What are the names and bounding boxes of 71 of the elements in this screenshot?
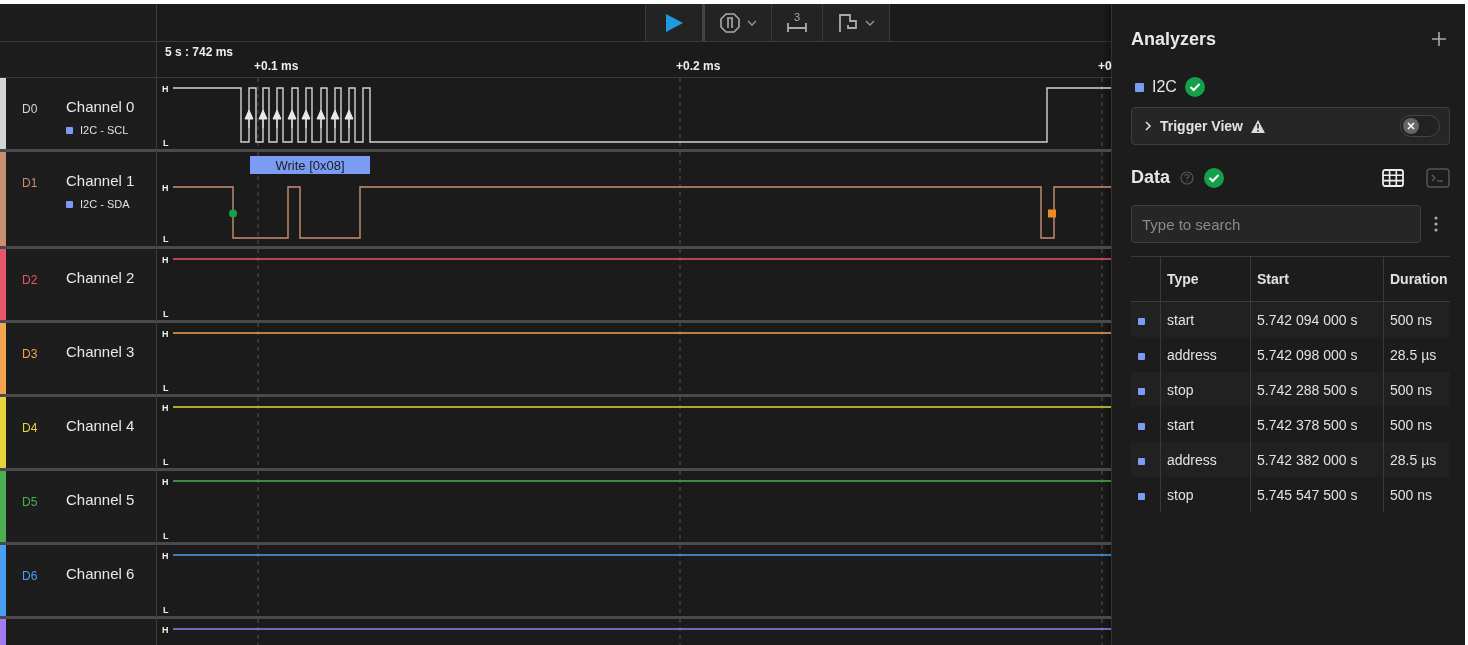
search-field[interactable]: Type to search	[1131, 205, 1421, 243]
chevron-icon	[1144, 120, 1152, 132]
table-cell: 500 ns	[1383, 477, 1450, 512]
grid-line	[257, 78, 259, 149]
high-level-label: H	[162, 477, 169, 487]
low-level-label: L	[163, 605, 169, 615]
table-cell: 28.5 µs	[1383, 442, 1450, 477]
high-level-label: H	[162, 625, 169, 635]
play-button[interactable]	[645, 4, 705, 41]
caret-icon	[747, 18, 757, 27]
channel-id: D4	[21, 421, 39, 435]
channel-name[interactable]: Channel 2	[66, 269, 135, 286]
trigger-view-label: Trigger View	[1160, 118, 1243, 134]
table-cell: 5.742 382 000 s	[1250, 442, 1384, 477]
low-level-label: L	[163, 457, 169, 467]
high-level-label: H	[162, 84, 169, 94]
high-level-label: H	[162, 255, 169, 265]
data-title: Data	[1131, 167, 1170, 188]
table-cell: 5.742 094 000 s	[1250, 301, 1384, 337]
trigger-view-row[interactable]: Trigger View	[1131, 107, 1450, 145]
low-level-label: L	[163, 383, 169, 393]
decoder-label: I2C - SDA	[80, 198, 130, 210]
time-origin: 5 s : 742 ms	[165, 45, 234, 59]
toggle-switch[interactable]	[1400, 115, 1440, 137]
table-cell: start	[1160, 301, 1251, 337]
low-level-label: L	[163, 138, 169, 148]
channel-name[interactable]: Channel 4	[66, 417, 135, 434]
flag-icon	[837, 11, 859, 34]
stop-marker-icon	[1048, 209, 1056, 218]
channel-name[interactable]: Channel 6	[66, 565, 135, 582]
column-header[interactable]: Start	[1250, 256, 1384, 302]
decoder-label: I2C - SCL	[80, 124, 129, 136]
low-level-label: L	[163, 234, 169, 244]
high-level-label: H	[162, 551, 169, 561]
channel-name[interactable]: Channel 1	[66, 172, 135, 189]
low-level-label: L	[163, 309, 169, 319]
table-cell: address	[1160, 442, 1251, 477]
decoded-frame-label[interactable]: Write [0x08]	[250, 156, 370, 174]
table-cell: 500 ns	[1383, 372, 1450, 407]
table-cell: 500 ns	[1383, 301, 1450, 337]
start-marker-icon	[229, 209, 237, 218]
close-icon	[1407, 122, 1415, 130]
channel-id: D3	[21, 347, 39, 361]
caret-icon	[865, 18, 875, 27]
hexagon-icon	[719, 11, 741, 34]
table-cell: 5.742 288 500 s	[1250, 372, 1384, 407]
panel-title: Analyzers	[1131, 28, 1217, 50]
channel-id: D1	[21, 176, 39, 190]
analyzer-name[interactable]: I2C	[1152, 78, 1177, 96]
channel-name[interactable]: Channel 5	[66, 491, 135, 508]
channel-name[interactable]: Channel 0	[66, 98, 135, 115]
table-cell: stop	[1160, 372, 1251, 407]
time-marker: +0.1 ms	[254, 59, 299, 73]
table-cell: stop	[1160, 477, 1251, 512]
low-level-label: L	[163, 531, 169, 541]
channel-id: D2	[21, 273, 39, 287]
channel-id: D5	[21, 495, 39, 509]
play-icon	[664, 12, 684, 33]
channel-id: D6	[21, 569, 39, 583]
high-level-label: H	[162, 329, 169, 339]
channel-id: D0	[21, 102, 39, 116]
time-marker: +0	[1098, 59, 1112, 73]
column-header[interactable]: Duration	[1383, 256, 1450, 302]
table-cell: 5.745 547 500 s	[1250, 477, 1384, 512]
more-options-icon[interactable]	[1434, 216, 1438, 232]
high-level-label: H	[162, 183, 169, 193]
column-header[interactable]: Type	[1160, 256, 1251, 302]
table-view-icon[interactable]	[1382, 168, 1404, 187]
channel-name[interactable]: Channel 3	[66, 343, 135, 360]
high-level-label: H	[162, 403, 169, 413]
time-marker: +0.2 ms	[676, 59, 721, 73]
